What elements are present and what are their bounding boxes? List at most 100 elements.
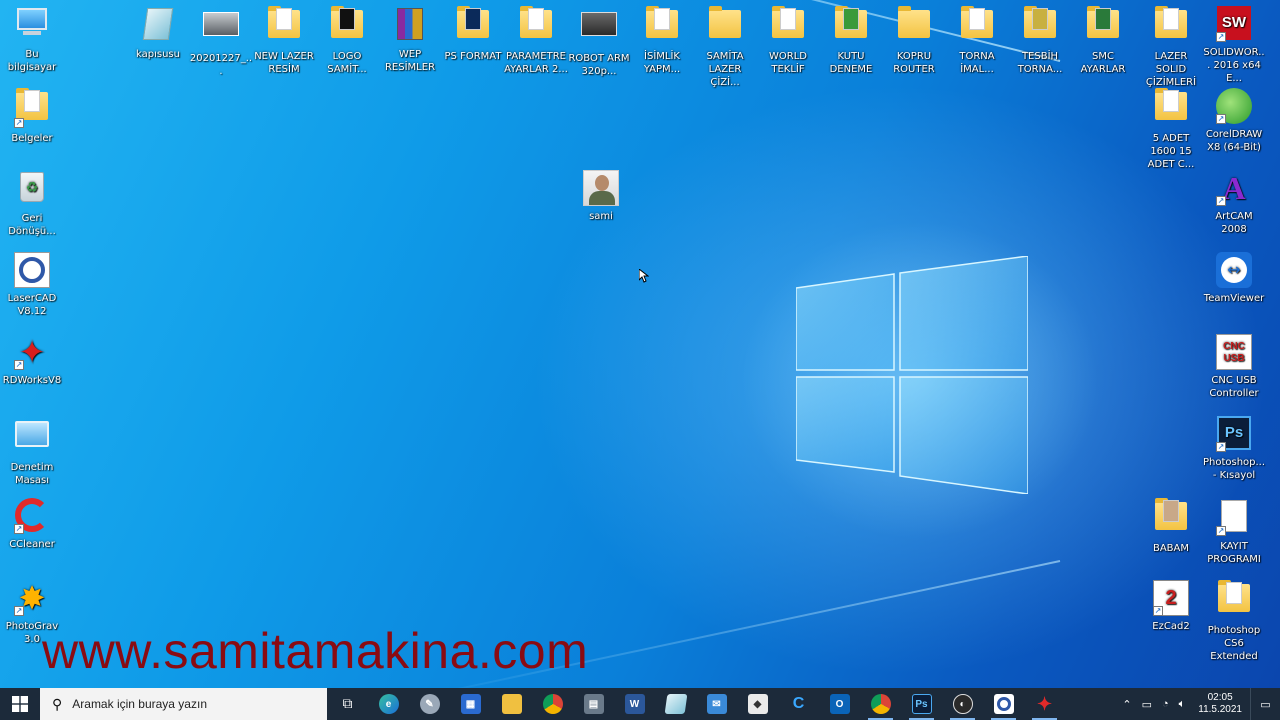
taskbar-chrome[interactable] xyxy=(532,688,573,720)
taskbar-mail[interactable]: ✉ xyxy=(696,688,737,720)
taskbar-app-3d[interactable]: ◆ xyxy=(737,688,778,720)
clock[interactable]: 02:05 11.5.2021 xyxy=(1190,692,1250,716)
icon-label: Geri Dönüşü... xyxy=(8,213,56,237)
desktop-icon-babam[interactable]: BABAM xyxy=(1139,498,1203,555)
notification-button[interactable]: ▭ xyxy=(1250,688,1280,720)
icon-label: PARAMETRE AYARLAR 2... xyxy=(504,51,568,75)
icon-label: LAZER SOLID ÇİZİMLERİ xyxy=(1145,51,1197,88)
recycle-bin-icon: ♻ xyxy=(14,172,50,208)
edge-icon: e xyxy=(378,694,399,714)
taskbar-app-c[interactable]: C xyxy=(778,688,819,720)
compass-icon: ✎ xyxy=(419,694,440,714)
icon-label: ROBOT ARM 320p... xyxy=(568,53,630,77)
desktop-icon-coreldraw[interactable]: ↗ CorelDRAW X8 (64-Bit) xyxy=(1202,88,1266,154)
desktop-icon-kayit-programi[interactable]: ↗ KAYIT PROGRAMI xyxy=(1202,498,1266,566)
desktop-icon-photoshop-cs6[interactable]: Photoshop CS6 Extended xyxy=(1202,580,1266,663)
desktop-icon-this-pc[interactable]: Bu bilgisayar xyxy=(0,6,64,74)
battery-icon[interactable]: ▭ xyxy=(1137,698,1157,711)
taskbar-file-explorer[interactable] xyxy=(491,688,532,720)
icon-label: sami xyxy=(589,211,613,222)
desktop-icon-smc-ayarlar[interactable]: SMC AYARLAR xyxy=(1071,6,1135,76)
solidworks-icon: SW ↗ xyxy=(1216,6,1252,42)
clock-date: 11.5.2021 xyxy=(1198,704,1242,715)
desktop-icon-ezcad[interactable]: 2 ↗ EzCad2 xyxy=(1139,580,1203,633)
folder-icon xyxy=(501,694,522,714)
desktop-icon-solidworks[interactable]: SW ↗ SOLIDWOR... 2016 x64 E... xyxy=(1202,6,1266,85)
icon-label: LOGO SAMİT... xyxy=(327,51,367,75)
taskbar-app-sketch[interactable] xyxy=(655,688,696,720)
desktop-icon-torna-imal[interactable]: TORNA İMAL... xyxy=(945,6,1009,76)
desktop-icon-ccleaner[interactable]: ↗ CCleaner xyxy=(0,498,64,551)
taskbar-lasercad[interactable] xyxy=(983,688,1024,720)
network-icon[interactable]: ◔ xyxy=(1157,698,1174,710)
desktop-icon-kopru-router[interactable]: KOPRU ROUTER xyxy=(882,6,946,76)
cnc-usb-icon: CNC USB xyxy=(1216,334,1252,370)
desktop-icon-cnc-usb[interactable]: CNC USB CNC USB Controller xyxy=(1202,334,1266,400)
desktop-icon-wep-resimler[interactable]: WEP RESİMLER xyxy=(378,6,442,74)
lasercad-icon xyxy=(14,252,50,288)
clock-time: 02:05 xyxy=(1207,692,1233,703)
desktop-icon-rdworks[interactable]: ✦ ↗ RDWorksV8 xyxy=(0,334,64,387)
desktop-icon-belgeler[interactable]: ↗ Belgeler xyxy=(0,88,64,145)
desktop-icon-sami[interactable]: sami xyxy=(569,170,633,223)
icon-label: Bu bilgisayar xyxy=(7,49,57,73)
desktop-icon-world-teklif[interactable]: WORLD TEKLİF xyxy=(756,6,820,76)
desktop-icon-lazer-solid[interactable]: LAZER SOLID ÇİZİMLERİ xyxy=(1139,6,1203,89)
desktop-icon-kutu-deneme[interactable]: KUTU DENEME xyxy=(819,6,883,76)
task-view-button[interactable]: ⧉ xyxy=(327,688,368,720)
coreldraw-icon: ↗ xyxy=(1216,88,1252,124)
website-watermark: www.samitamakina.com xyxy=(42,623,589,679)
desktop-icon-image-2020[interactable]: 20201227_... xyxy=(189,6,253,78)
taskbar-photoshop[interactable]: Ps xyxy=(901,688,942,720)
taskbar-outlook[interactable]: O xyxy=(819,688,860,720)
folder-icon xyxy=(770,6,806,46)
icon-label: WORLD TEKLİF xyxy=(769,51,807,75)
icon-label: KOPRU ROUTER xyxy=(893,51,935,75)
desktop-icon-photoshop-shortcut[interactable]: Ps ↗ Photoshop... - Kısayol xyxy=(1202,416,1266,482)
taskbar-search-box[interactable]: ⚲ Aramak için buraya yazın xyxy=(40,688,327,720)
desktop-icon-logo-samit[interactable]: LOGO SAMİT... xyxy=(315,6,379,76)
folder-icon xyxy=(455,6,491,46)
taskbar-rdworks[interactable]: ✦ xyxy=(1024,688,1065,720)
notification-icon: ▭ xyxy=(1260,698,1271,711)
folder-icon xyxy=(1085,6,1121,46)
desktop-icon-5-adet[interactable]: 5 ADET 1600 15 ADET C... xyxy=(1139,88,1203,171)
desktop-icon-teamviewer[interactable]: ↔ TeamViewer xyxy=(1202,252,1266,305)
desktop-icon-artcam[interactable]: A ↗ ArtCAM 2008 xyxy=(1202,170,1266,236)
chevron-up-icon[interactable]: ⌃ xyxy=(1117,698,1136,711)
desktop-icon-new-lazer[interactable]: NEW LAZER RESİM xyxy=(252,6,316,76)
desktop-icon-samita-lazer[interactable]: SAMİTA LAZER ÇİZİ... xyxy=(693,6,757,89)
desktop-icon-parametre[interactable]: PARAMETRE AYARLAR 2... xyxy=(504,6,568,76)
taskbar-app-obs[interactable]: ◐ xyxy=(942,688,983,720)
lasercad-icon xyxy=(993,694,1014,714)
icon-label: LaserCAD V8.12 xyxy=(7,293,57,317)
desktop-icon-ps-format[interactable]: PS FORMAT xyxy=(441,6,505,63)
desktop-icon-lasercad[interactable]: LaserCAD V8.12 xyxy=(0,252,64,318)
desktop-icon-recycle-bin[interactable]: ♻ Geri Dönüşü... xyxy=(0,170,64,238)
desktop-icon-kapisusu[interactable]: kapısusu xyxy=(126,6,190,61)
taskbar-chrome-2[interactable] xyxy=(860,688,901,720)
desktop-icon-control-panel[interactable]: Denetim Masası xyxy=(0,416,64,487)
chrome-icon xyxy=(870,694,891,714)
desktop-icon-robot-arm[interactable]: ROBOT ARM 320p... xyxy=(567,6,631,78)
icon-label: BABAM xyxy=(1152,543,1190,554)
taskbar-edge[interactable]: e xyxy=(368,688,409,720)
file-icon xyxy=(140,8,176,44)
archive-icon xyxy=(392,8,428,44)
icon-label: TESBİH TORNA... xyxy=(1017,51,1063,75)
icon-label: kapısusu xyxy=(136,49,180,60)
icon-label: CorelDRAW X8 (64-Bit) xyxy=(1205,129,1263,153)
rdworks-icon: ✦ xyxy=(1036,693,1053,714)
taskbar-store[interactable]: ▦ xyxy=(450,688,491,720)
start-button[interactable] xyxy=(0,688,40,720)
icon-label: ArtCAM 2008 xyxy=(1215,211,1253,235)
desktop-icon-tesbih-torna[interactable]: TESBİH TORNA... xyxy=(1008,6,1072,76)
taskbar-app-compass[interactable]: ✎ xyxy=(409,688,450,720)
volume-icon[interactable]: 🔈︎ xyxy=(1174,698,1191,711)
desktop-icon-isimlik[interactable]: İSİMLİK YAPM... xyxy=(630,6,694,76)
photo-thumbnail-icon xyxy=(583,170,619,206)
taskbar-calculator[interactable]: ▤ xyxy=(573,688,614,720)
icon-label: KAYIT PROGRAMI xyxy=(1207,541,1261,565)
taskbar-word[interactable]: W xyxy=(614,688,655,720)
ccleaner-icon: ↗ xyxy=(14,498,50,534)
